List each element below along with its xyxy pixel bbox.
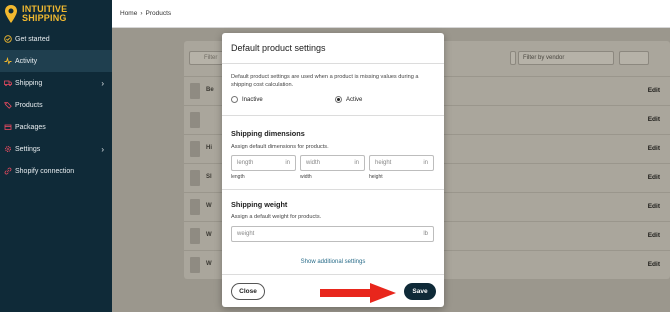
width-field-label: width [300, 174, 312, 180]
close-button[interactable]: Close [231, 283, 265, 300]
chevron-right-icon: › [101, 78, 104, 88]
length-input[interactable]: length in [231, 155, 296, 171]
filter-button[interactable] [619, 51, 649, 65]
height-placeholder: height [375, 160, 392, 166]
sidebar-nav: Get started Activity Shipping › Products [0, 28, 112, 182]
product-thumbnail [190, 228, 200, 244]
sidebar-item-packages[interactable]: Packages [0, 116, 112, 138]
product-thumbnail [190, 257, 200, 273]
sidebar-item-label: Packages [15, 123, 46, 131]
app-logo[interactable]: INTUITIVE SHIPPING [0, 0, 112, 28]
weight-unit: lb [423, 231, 428, 237]
radio-inactive[interactable]: Inactive [231, 96, 263, 103]
divider [222, 63, 444, 64]
radio-inactive-label: Inactive [242, 96, 263, 103]
sidebar-item-label: Get started [15, 35, 50, 43]
activity-icon [4, 57, 12, 65]
radio-button-checked-icon[interactable] [335, 96, 342, 103]
divider [222, 115, 444, 116]
sidebar-item-settings[interactable]: Settings › [0, 138, 112, 160]
height-unit: in [423, 160, 428, 166]
edit-link[interactable]: Edit [648, 203, 660, 210]
tag-icon [4, 101, 12, 109]
weight-placeholder: weight [237, 231, 255, 237]
sidebar-item-shopify-connection[interactable]: Shopify connection [0, 160, 112, 182]
arrow-right-icon [320, 283, 396, 303]
divider [222, 189, 444, 190]
product-name: W [206, 261, 212, 267]
length-field-label: length [231, 174, 245, 180]
vendor-filter-label: Filter by vendor [523, 55, 565, 61]
product-name: Be [206, 87, 214, 93]
save-button[interactable]: Save [404, 283, 436, 300]
width-placeholder: width [306, 160, 321, 166]
location-pin-icon [5, 5, 17, 23]
shipping-weight-subtitle: Assign a default weight for products. [231, 214, 322, 220]
height-input[interactable]: height in [369, 155, 434, 171]
sidebar-item-shipping[interactable]: Shipping › [0, 72, 112, 94]
sidebar-item-label: Shopify connection [15, 167, 75, 175]
sidebar-item-label: Products [15, 101, 43, 109]
breadcrumb-separator: › [140, 10, 143, 17]
filter-select-truncated[interactable] [510, 51, 516, 65]
product-name: W [206, 232, 212, 238]
radio-active-label: Active [346, 96, 363, 103]
shipping-dimensions-title: Shipping dimensions [231, 129, 305, 138]
vendor-filter-select[interactable]: Filter by vendor [518, 51, 614, 65]
shipping-weight-title: Shipping weight [231, 200, 288, 209]
breadcrumb: Home › Products [112, 0, 670, 28]
link-icon [4, 167, 12, 175]
edit-link[interactable]: Edit [648, 145, 660, 152]
check-circle-icon [4, 35, 12, 43]
width-input[interactable]: width in [300, 155, 365, 171]
sidebar-item-label: Shipping [15, 79, 43, 87]
edit-link[interactable]: Edit [648, 232, 660, 239]
radio-button-icon[interactable] [231, 96, 238, 103]
sidebar-item-products[interactable]: Products [0, 94, 112, 116]
sidebar-item-get-started[interactable]: Get started [0, 28, 112, 50]
length-unit: in [285, 160, 290, 166]
product-thumbnail [190, 170, 200, 186]
modal-description: Default product settings are used when a… [231, 74, 419, 88]
product-thumbnail [190, 112, 200, 128]
edit-link[interactable]: Edit [648, 174, 660, 181]
sidebar-item-activity[interactable]: Activity [0, 50, 112, 72]
show-additional-settings-link[interactable]: Show additional settings [222, 259, 444, 265]
sidebar-item-label: Settings [15, 145, 41, 153]
box-icon [4, 123, 12, 131]
radio-active[interactable]: Active [335, 96, 362, 103]
edit-link[interactable]: Edit [648, 261, 660, 268]
weight-input[interactable]: weight lb [231, 226, 434, 242]
product-name: Hi [206, 145, 212, 151]
sidebar-item-label: Activity [15, 57, 38, 65]
edit-link[interactable]: Edit [648, 116, 660, 123]
width-unit: in [354, 160, 359, 166]
product-thumbnail [190, 199, 200, 215]
logo-text-line2: SHIPPING [22, 13, 67, 23]
breadcrumb-home[interactable]: Home [120, 10, 137, 17]
breadcrumb-current: Products [145, 10, 172, 17]
divider [222, 274, 444, 275]
gear-icon [4, 145, 12, 153]
chevron-right-icon: › [101, 144, 104, 154]
height-field-label: height [369, 174, 383, 180]
length-placeholder: length [237, 160, 254, 166]
sidebar: INTUITIVE SHIPPING Get started Activity … [0, 0, 112, 312]
product-name: W [206, 203, 212, 209]
product-name: Sl [206, 174, 212, 180]
truck-icon [4, 79, 12, 87]
default-product-settings-modal: Default product settings Default product… [222, 33, 444, 307]
product-thumbnail [190, 141, 200, 157]
modal-title: Default product settings [231, 43, 326, 53]
product-thumbnail [190, 83, 200, 99]
edit-link[interactable]: Edit [648, 87, 660, 94]
shipping-dimensions-subtitle: Assign default dimensions for products. [231, 144, 329, 150]
